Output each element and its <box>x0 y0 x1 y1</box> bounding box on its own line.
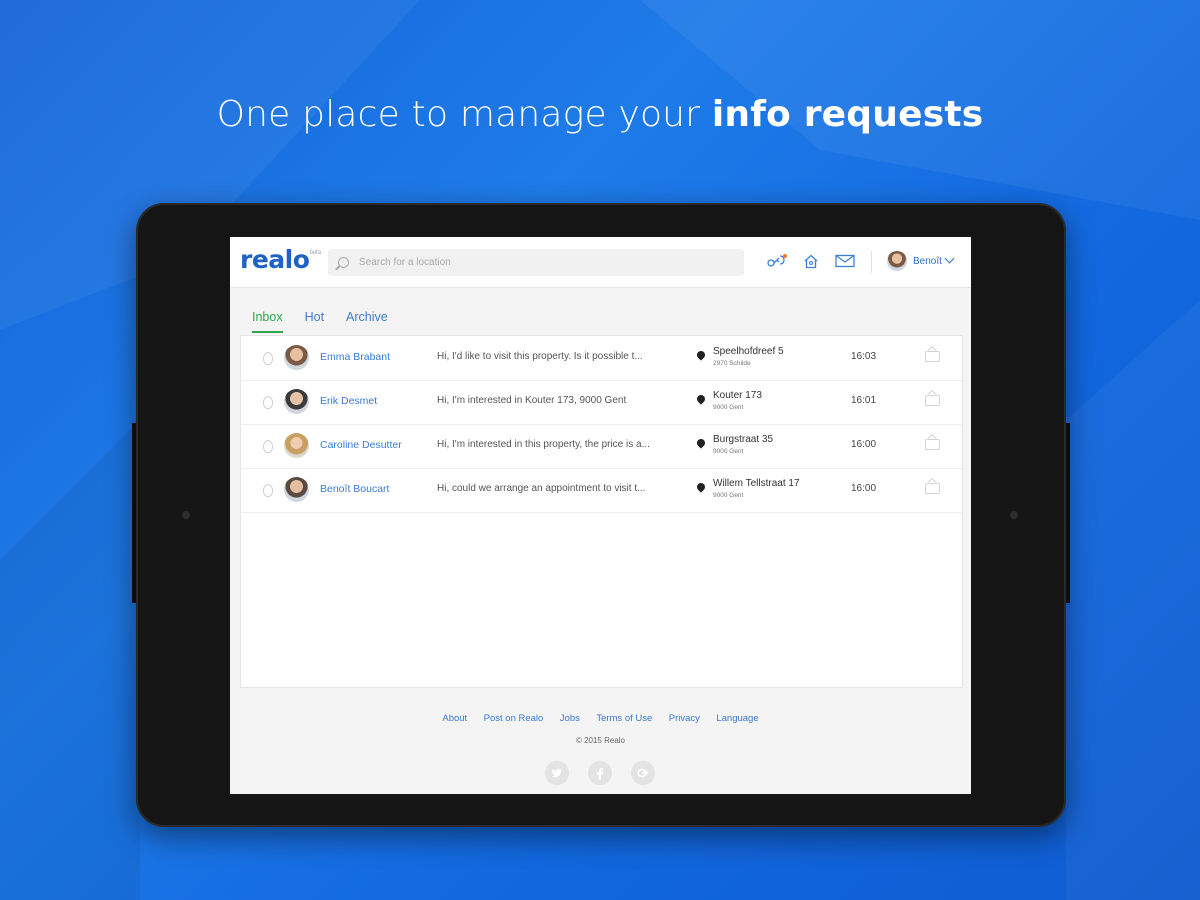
search-bar[interactable] <box>328 249 744 276</box>
property-city: 9000 Gent <box>713 492 744 499</box>
twitter-icon[interactable] <box>545 761 569 785</box>
message-preview: Hi, I'm interested in this property, the… <box>437 439 650 450</box>
tablet-side-button <box>132 423 136 603</box>
inbox-tabs: Inbox Hot Archive <box>252 310 410 333</box>
message-row[interactable]: Caroline Desutter Hi, I'm interested in … <box>241 424 962 469</box>
house-icon[interactable] <box>803 254 819 271</box>
top-bar: realobeta Benoît <box>230 237 971 288</box>
tab-archive[interactable]: Archive <box>346 310 388 333</box>
search-icon <box>338 257 349 268</box>
message-time: 16:03 <box>851 351 877 362</box>
user-menu[interactable]: Benoît <box>887 251 955 271</box>
flame-icon[interactable] <box>263 352 273 365</box>
tablet-sensor <box>1010 511 1018 519</box>
message-time: 16:00 <box>851 483 877 494</box>
footer-link-terms[interactable]: Terms of Use <box>596 713 652 724</box>
tab-hot[interactable]: Hot <box>305 310 324 333</box>
message-preview: Hi, I'd like to visit this property. Is … <box>437 351 643 362</box>
sender-name[interactable]: Emma Brabant <box>320 351 390 363</box>
flame-icon[interactable] <box>263 396 273 409</box>
google-plus-icon[interactable] <box>631 761 655 785</box>
footer-link-post[interactable]: Post on Realo <box>484 713 544 724</box>
footer-links: About Post on Realo Jobs Terms of Use Pr… <box>230 708 971 726</box>
app-screen: realobeta Benoît Inbox Hot <box>230 237 971 794</box>
archive-icon[interactable] <box>925 483 940 494</box>
property-street: Burgstraat 35 <box>713 434 774 445</box>
message-preview: Hi, I'm interested in Kouter 173, 9000 G… <box>437 395 627 406</box>
property-street: Speelhofdreef 5 <box>713 346 784 357</box>
chevron-down-icon <box>944 253 955 263</box>
user-name: Benoît <box>913 255 942 267</box>
message-row[interactable]: Erik Desmet Hi, I'm interested in Kouter… <box>241 380 962 425</box>
avatar <box>284 345 309 370</box>
tab-inbox[interactable]: Inbox <box>252 310 283 333</box>
property-street: Willem Tellstraat 17 <box>713 478 800 489</box>
sender-name[interactable]: Caroline Desutter <box>320 439 402 451</box>
message-row[interactable]: Benoît Boucart Hi, could we arrange an a… <box>241 468 962 513</box>
sender-name[interactable]: Benoît Boucart <box>320 483 389 495</box>
avatar <box>284 477 309 502</box>
location-pin-icon <box>695 481 707 493</box>
tablet-frame: realobeta Benoît Inbox Hot <box>132 203 1070 827</box>
tablet-camera <box>182 511 190 519</box>
footer-link-jobs[interactable]: Jobs <box>560 713 580 724</box>
avatar <box>887 251 907 271</box>
flame-icon[interactable] <box>263 484 273 497</box>
archive-icon[interactable] <box>925 439 940 450</box>
property-city: 2970 Schilde <box>713 360 751 367</box>
property-city: 9000 Gent <box>713 404 744 411</box>
archive-icon[interactable] <box>925 395 940 406</box>
headline-bold: info requests <box>711 94 984 135</box>
sender-name[interactable]: Erik Desmet <box>320 395 377 407</box>
location-pin-icon <box>695 437 707 449</box>
message-preview: Hi, could we arrange an appointment to v… <box>437 483 646 494</box>
search-input[interactable] <box>357 256 721 269</box>
headline: One place to manage your info requests <box>0 94 1200 135</box>
logo-mark: beta <box>309 249 321 256</box>
logo-text: realo <box>240 245 310 274</box>
headline-normal: One place to manage your <box>216 94 712 135</box>
location-pin-icon <box>695 393 707 405</box>
copyright: © 2015 Realo <box>575 736 626 745</box>
footer-link-about[interactable]: About <box>442 713 467 724</box>
location-pin-icon <box>695 349 707 361</box>
key-icon[interactable] <box>766 254 788 270</box>
toolbar-divider <box>871 251 872 273</box>
mail-icon[interactable] <box>835 254 855 270</box>
realo-logo[interactable]: realobeta <box>240 245 321 274</box>
avatar <box>284 433 309 458</box>
avatar <box>284 389 309 414</box>
property-street: Kouter 173 <box>713 390 762 401</box>
footer-link-privacy[interactable]: Privacy <box>669 713 700 724</box>
message-row[interactable]: Emma Brabant Hi, I'd like to visit this … <box>241 336 962 381</box>
property-city: 9000 Gent <box>713 448 744 455</box>
flame-icon[interactable] <box>263 440 273 453</box>
facebook-icon[interactable] <box>588 761 612 785</box>
message-time: 16:01 <box>851 395 877 406</box>
footer-link-language[interactable]: Language <box>716 713 758 724</box>
tablet-side-button <box>1066 423 1070 603</box>
archive-icon[interactable] <box>925 351 940 362</box>
message-time: 16:00 <box>851 439 877 450</box>
message-list: Emma Brabant Hi, I'd like to visit this … <box>240 335 963 688</box>
